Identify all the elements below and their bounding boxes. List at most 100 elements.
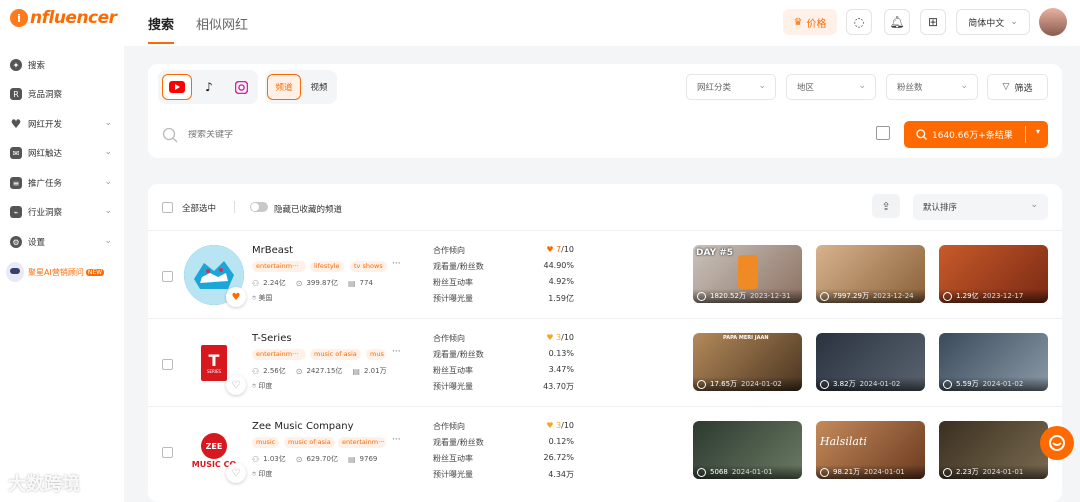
funnel-icon: ▽ bbox=[1002, 82, 1010, 92]
sort-select[interactable]: 默认排序 ⌄ bbox=[913, 194, 1048, 220]
sidebar-item-industry[interactable]: ⌁ 行业洞察 ⌄ bbox=[0, 198, 124, 226]
people-icon: ⚇ bbox=[252, 366, 260, 376]
cooperation-score: ♥ 7/10 bbox=[534, 245, 574, 254]
more-tags-icon[interactable]: ··· bbox=[392, 347, 401, 357]
video-thumbnail[interactable]: 1.29亿 2023-12-17 bbox=[939, 245, 1048, 303]
tiktok-tab[interactable]: ♪ bbox=[194, 74, 224, 100]
youtube-tab[interactable] bbox=[162, 74, 192, 100]
video-date: 2023-12-17 bbox=[982, 292, 1024, 300]
select-all-checkbox[interactable] bbox=[162, 202, 173, 213]
sidebar-item-settings[interactable]: ⚙ 设置 ⌄ bbox=[0, 228, 124, 256]
channel-name[interactable]: Zee Music Company bbox=[252, 421, 354, 432]
sidebar-item-competitor[interactable]: R 竞品洞察 bbox=[0, 80, 124, 108]
brand-logo[interactable]: i nfluencer bbox=[10, 8, 117, 28]
followers-select[interactable]: 粉丝数 ⌄ bbox=[886, 74, 978, 100]
heart-icon: ♥ bbox=[546, 333, 557, 342]
category-tag: mus bbox=[366, 349, 386, 360]
metric-label: 观看量/粉丝数 bbox=[433, 438, 484, 447]
video-thumbnail[interactable]: 5068 2024-01-01 bbox=[693, 421, 802, 479]
video-thumbnail[interactable]: PAPA MERI JAAN 17.65万 2024-01-02 bbox=[693, 333, 802, 391]
bell-icon: 🔔︎ bbox=[889, 15, 905, 29]
table-row[interactable]: T SERIES ♡ T-Series entertainm··· music … bbox=[148, 318, 1062, 406]
sidebar-item-influencer-dev[interactable]: ♥ 网红开发 ⌄ bbox=[0, 110, 124, 138]
video-views: 1820.52万 bbox=[710, 292, 746, 300]
channel-name[interactable]: T-Series bbox=[252, 333, 292, 344]
tiktok-icon: ♪ bbox=[205, 80, 213, 94]
instagram-tab[interactable] bbox=[226, 74, 256, 100]
tab-search[interactable]: 搜索 bbox=[148, 14, 174, 33]
video-thumbnail[interactable]: Halsilati 98.21万 2024-01-01 bbox=[816, 421, 925, 479]
channel-name[interactable]: MrBeast bbox=[252, 245, 293, 256]
video-date: 2023-12-24 bbox=[872, 292, 914, 300]
view-count: 629.70亿 bbox=[306, 455, 338, 463]
metric-label: 合作倾向 bbox=[433, 334, 465, 343]
platform-group: ♪ bbox=[158, 70, 258, 104]
metric-label: 合作倾向 bbox=[433, 422, 465, 431]
channel-location: ⌾ 美国 bbox=[252, 293, 272, 303]
favorite-button[interactable]: ♡ bbox=[226, 463, 246, 483]
row-checkbox[interactable] bbox=[162, 359, 173, 370]
heart-icon: ♥ bbox=[546, 245, 557, 254]
language-select[interactable]: 简体中文 ⌄ bbox=[956, 9, 1030, 35]
favorite-button[interactable]: ♥ bbox=[226, 287, 246, 307]
category-select[interactable]: 网红分类 ⌄ bbox=[686, 74, 776, 100]
live-chat-button[interactable] bbox=[1040, 426, 1074, 460]
sidebar-item-search[interactable]: ✦ 搜索 bbox=[0, 51, 124, 79]
video-list-icon: ▤ bbox=[347, 278, 356, 288]
hide-saved-toggle[interactable] bbox=[250, 202, 268, 212]
more-tags-icon[interactable]: ··· bbox=[392, 259, 401, 269]
heart-outline-icon: ♡ bbox=[231, 467, 241, 479]
row-checkbox[interactable] bbox=[162, 447, 173, 458]
video-thumbnail[interactable]: 7997.29万 2023-12-24 bbox=[816, 245, 925, 303]
video-thumbnail[interactable]: DAY #5 1820.52万 2023-12-31 bbox=[693, 245, 802, 303]
category-tag: music of asia bbox=[310, 349, 361, 360]
video-views: 2.23万 bbox=[956, 468, 979, 476]
play-icon bbox=[943, 291, 952, 301]
tseries-logo: T SERIES bbox=[201, 345, 227, 381]
video-info: 5068 2024-01-01 bbox=[693, 465, 802, 479]
avatar[interactable] bbox=[1039, 8, 1067, 36]
video-thumbnail[interactable]: 2.23万 2024-01-01 bbox=[939, 421, 1048, 479]
video-info: 7997.29万 2023-12-24 bbox=[816, 289, 925, 303]
region-select[interactable]: 地区 ⌄ bbox=[786, 74, 876, 100]
price-button[interactable]: ♛ 价格 bbox=[783, 9, 837, 35]
video-thumbnail[interactable]: 3.82万 2024-01-02 bbox=[816, 333, 925, 391]
clipboard-icon: ≡ bbox=[10, 177, 22, 189]
video-info: 98.21万 2024-01-01 bbox=[816, 465, 925, 479]
play-circle-icon: ⊙ bbox=[295, 454, 303, 464]
video-views: 5.59万 bbox=[956, 380, 979, 388]
search-results-button[interactable]: 1640.66万+条结果 ▾ bbox=[904, 121, 1048, 148]
metric-label: 预计曝光量 bbox=[433, 294, 473, 303]
sidebar-item-outreach[interactable]: ✉ 网红触达 ⌄ bbox=[0, 139, 124, 167]
more-tags-icon[interactable]: ··· bbox=[392, 435, 401, 445]
table-row[interactable]: ZEE MUSIC CO ♡ Zee Music Company music m… bbox=[148, 406, 1062, 494]
apps-button[interactable]: ⊞ bbox=[920, 9, 946, 35]
chart-icon: ⌁ bbox=[10, 206, 22, 218]
save-search-icon[interactable] bbox=[876, 126, 890, 140]
sidebar-item-campaigns[interactable]: ≡ 推广任务 ⌄ bbox=[0, 169, 124, 197]
export-button[interactable]: ⇪ bbox=[872, 194, 900, 218]
type-channel[interactable]: 频道 bbox=[267, 74, 301, 100]
people-icon: ⚇ bbox=[252, 454, 260, 464]
filter-button[interactable]: ▽ 筛选 bbox=[987, 74, 1048, 100]
type-video[interactable]: 视频 bbox=[303, 74, 335, 100]
video-views: 7997.29万 bbox=[833, 292, 869, 300]
engagement-rate: 4.92% bbox=[548, 277, 574, 286]
cooperation-score: ♥ 3/10 bbox=[534, 421, 574, 430]
video-list-icon: ▤ bbox=[352, 366, 360, 376]
video-views: 98.21万 bbox=[833, 468, 861, 476]
table-row[interactable]: ♥ MrBeast entertainm··· lifestyle tv sho… bbox=[148, 230, 1062, 318]
caret-down-icon[interactable]: ▾ bbox=[1036, 127, 1040, 136]
favorite-button[interactable]: ♡ bbox=[226, 375, 246, 395]
video-views: 17.65万 bbox=[710, 380, 738, 388]
search-input[interactable] bbox=[188, 130, 588, 140]
message-button[interactable]: ◌ bbox=[846, 9, 872, 35]
ai-assistant-label: 聚星AI营销顾问 bbox=[28, 267, 84, 277]
tab-similar[interactable]: 相似网红 bbox=[196, 14, 248, 33]
followers-placeholder: 粉丝数 bbox=[897, 83, 923, 93]
row-checkbox[interactable] bbox=[162, 271, 173, 282]
ai-assistant-link[interactable]: 聚星AI营销顾问 NEW bbox=[6, 262, 105, 282]
video-thumbnail[interactable]: 5.59万 2024-01-02 bbox=[939, 333, 1048, 391]
notification-button[interactable]: 🔔︎ bbox=[884, 9, 910, 35]
exposure-estimate: 1.59亿 bbox=[548, 294, 574, 303]
